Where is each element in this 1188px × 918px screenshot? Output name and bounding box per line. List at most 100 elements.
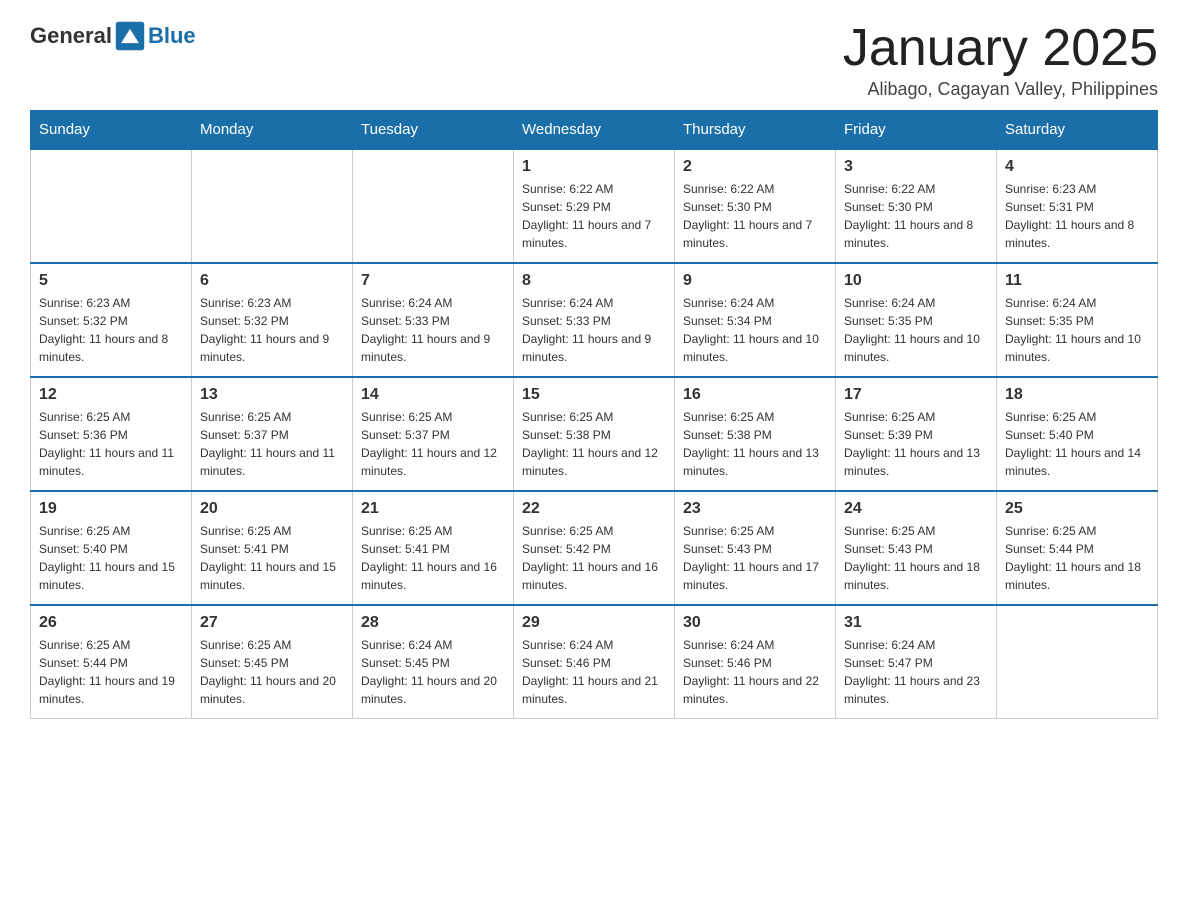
day-number: 16 — [683, 386, 827, 404]
day-number: 1 — [522, 158, 666, 176]
day-info: Sunrise: 6:25 AM Sunset: 5:43 PM Dayligh… — [683, 522, 827, 594]
calendar-cell — [192, 149, 353, 263]
day-number: 2 — [683, 158, 827, 176]
calendar-cell: 30 Sunrise: 6:24 AM Sunset: 5:46 PM Dayli… — [675, 605, 836, 719]
day-number: 4 — [1005, 158, 1149, 176]
day-info: Sunrise: 6:24 AM Sunset: 5:35 PM Dayligh… — [1005, 294, 1149, 366]
week-row-4: 19 Sunrise: 6:25 AM Sunset: 5:40 PM Dayli… — [31, 491, 1158, 605]
day-info: Sunrise: 6:25 AM Sunset: 5:39 PM Dayligh… — [844, 408, 988, 480]
calendar-cell: 20 Sunrise: 6:25 AM Sunset: 5:41 PM Dayli… — [192, 491, 353, 605]
calendar-cell: 7Sunrise: 6:24 AM Sunset: 5:33 PM Daylig… — [353, 263, 514, 377]
day-number: 12 — [39, 386, 183, 404]
calendar-cell: 5Sunrise: 6:23 AM Sunset: 5:32 PM Daylig… — [31, 263, 192, 377]
calendar-cell: 22Sunrise: 6:25 AM Sunset: 5:42 PM Dayli… — [514, 491, 675, 605]
logo-general-text: General — [30, 23, 112, 49]
month-title: January 2025 — [843, 20, 1158, 77]
day-info: Sunrise: 6:25 AM Sunset: 5:43 PM Dayligh… — [844, 522, 988, 594]
calendar-cell: 6Sunrise: 6:23 AM Sunset: 5:32 PM Daylig… — [192, 263, 353, 377]
day-number: 10 — [844, 272, 988, 290]
calendar-cell: 11Sunrise: 6:24 AM Sunset: 5:35 PM Dayli… — [997, 263, 1158, 377]
calendar-cell: 19 Sunrise: 6:25 AM Sunset: 5:40 PM Dayli… — [31, 491, 192, 605]
day-number: 29 — [522, 614, 666, 632]
calendar-header-row: SundayMondayTuesdayWednesdayThursdayFrid… — [31, 111, 1158, 150]
day-number: 18 — [1005, 386, 1149, 404]
day-info: Sunrise: 6:25 AM Sunset: 5:41 PM Dayligh… — [200, 522, 344, 594]
day-number: 15 — [522, 386, 666, 404]
day-info: Sunrise: 6:23 AM Sunset: 5:31 PM Dayligh… — [1005, 180, 1149, 252]
week-row-2: 5Sunrise: 6:23 AM Sunset: 5:32 PM Daylig… — [31, 263, 1158, 377]
day-number: 7 — [361, 272, 505, 290]
day-number: 25 — [1005, 500, 1149, 518]
calendar-cell: 26 Sunrise: 6:25 AM Sunset: 5:44 PM Dayli… — [31, 605, 192, 719]
calendar-cell: 10Sunrise: 6:24 AM Sunset: 5:35 PM Dayli… — [836, 263, 997, 377]
day-info: Sunrise: 6:24 AM Sunset: 5:46 PM Dayligh… — [522, 636, 666, 708]
day-info: Sunrise: 6:25 AM Sunset: 5:41 PM Dayligh… — [361, 522, 505, 594]
calendar-cell: 24 Sunrise: 6:25 AM Sunset: 5:43 PM Dayli… — [836, 491, 997, 605]
day-number: 24 — [844, 500, 988, 518]
day-info: Sunrise: 6:25 AM Sunset: 5:40 PM Dayligh… — [39, 522, 183, 594]
day-number: 20 — [200, 500, 344, 518]
calendar-cell: 29 Sunrise: 6:24 AM Sunset: 5:46 PM Dayli… — [514, 605, 675, 719]
week-row-3: 12 Sunrise: 6:25 AM Sunset: 5:36 PM Dayli… — [31, 377, 1158, 491]
calendar-cell: 3 Sunrise: 6:22 AM Sunset: 5:30 PM Daylig… — [836, 149, 997, 263]
day-number: 19 — [39, 500, 183, 518]
header-friday: Friday — [836, 111, 997, 150]
calendar-cell: 21 Sunrise: 6:25 AM Sunset: 5:41 PM Dayli… — [353, 491, 514, 605]
day-number: 8 — [522, 272, 666, 290]
calendar-cell — [31, 149, 192, 263]
day-number: 30 — [683, 614, 827, 632]
calendar-cell: 12 Sunrise: 6:25 AM Sunset: 5:36 PM Dayli… — [31, 377, 192, 491]
calendar-cell — [997, 605, 1158, 719]
calendar-table: SundayMondayTuesdayWednesdayThursdayFrid… — [30, 110, 1158, 719]
header-wednesday: Wednesday — [514, 111, 675, 150]
calendar-cell: 2 Sunrise: 6:22 AM Sunset: 5:30 PM Daylig… — [675, 149, 836, 263]
day-info: Sunrise: 6:25 AM Sunset: 5:37 PM Dayligh… — [200, 408, 344, 480]
day-number: 23 — [683, 500, 827, 518]
day-number: 6 — [200, 272, 344, 290]
calendar-cell: 9 Sunrise: 6:24 AM Sunset: 5:34 PM Daylig… — [675, 263, 836, 377]
calendar-cell: 13 Sunrise: 6:25 AM Sunset: 5:37 PM Dayli… — [192, 377, 353, 491]
day-info: Sunrise: 6:25 AM Sunset: 5:40 PM Dayligh… — [1005, 408, 1149, 480]
title-block: January 2025 Alibago, Cagayan Valley, Ph… — [843, 20, 1158, 100]
calendar-cell: 27 Sunrise: 6:25 AM Sunset: 5:45 PM Dayli… — [192, 605, 353, 719]
week-row-5: 26 Sunrise: 6:25 AM Sunset: 5:44 PM Dayli… — [31, 605, 1158, 719]
calendar-cell: 17 Sunrise: 6:25 AM Sunset: 5:39 PM Dayli… — [836, 377, 997, 491]
day-info: Sunrise: 6:24 AM Sunset: 5:45 PM Dayligh… — [361, 636, 505, 708]
day-number: 28 — [361, 614, 505, 632]
header-monday: Monday — [192, 111, 353, 150]
day-info: Sunrise: 6:22 AM Sunset: 5:30 PM Dayligh… — [683, 180, 827, 252]
day-info: Sunrise: 6:25 AM Sunset: 5:45 PM Dayligh… — [200, 636, 344, 708]
calendar-cell: 31Sunrise: 6:24 AM Sunset: 5:47 PM Dayli… — [836, 605, 997, 719]
calendar-cell: 18 Sunrise: 6:25 AM Sunset: 5:40 PM Dayli… — [997, 377, 1158, 491]
calendar-cell: 23 Sunrise: 6:25 AM Sunset: 5:43 PM Dayli… — [675, 491, 836, 605]
calendar-cell: 16Sunrise: 6:25 AM Sunset: 5:38 PM Dayli… — [675, 377, 836, 491]
calendar-cell: 4 Sunrise: 6:23 AM Sunset: 5:31 PM Daylig… — [997, 149, 1158, 263]
calendar-cell: 28 Sunrise: 6:24 AM Sunset: 5:45 PM Dayli… — [353, 605, 514, 719]
location-subtitle: Alibago, Cagayan Valley, Philippines — [843, 79, 1158, 100]
day-number: 21 — [361, 500, 505, 518]
day-info: Sunrise: 6:24 AM Sunset: 5:33 PM Dayligh… — [522, 294, 666, 366]
day-info: Sunrise: 6:24 AM Sunset: 5:46 PM Dayligh… — [683, 636, 827, 708]
day-number: 5 — [39, 272, 183, 290]
day-info: Sunrise: 6:25 AM Sunset: 5:37 PM Dayligh… — [361, 408, 505, 480]
day-info: Sunrise: 6:22 AM Sunset: 5:29 PM Dayligh… — [522, 180, 666, 252]
day-number: 17 — [844, 386, 988, 404]
calendar-cell: 8 Sunrise: 6:24 AM Sunset: 5:33 PM Daylig… — [514, 263, 675, 377]
header-thursday: Thursday — [675, 111, 836, 150]
day-number: 3 — [844, 158, 988, 176]
day-info: Sunrise: 6:25 AM Sunset: 5:36 PM Dayligh… — [39, 408, 183, 480]
header-saturday: Saturday — [997, 111, 1158, 150]
week-row-1: 1 Sunrise: 6:22 AM Sunset: 5:29 PM Daylig… — [31, 149, 1158, 263]
day-number: 13 — [200, 386, 344, 404]
header-tuesday: Tuesday — [353, 111, 514, 150]
logo: General Blue — [30, 20, 196, 52]
day-info: Sunrise: 6:22 AM Sunset: 5:30 PM Dayligh… — [844, 180, 988, 252]
day-number: 9 — [683, 272, 827, 290]
day-number: 22 — [522, 500, 666, 518]
logo-blue-text: Blue — [148, 23, 196, 49]
day-number: 26 — [39, 614, 183, 632]
day-number: 27 — [200, 614, 344, 632]
day-info: Sunrise: 6:24 AM Sunset: 5:34 PM Dayligh… — [683, 294, 827, 366]
day-number: 14 — [361, 386, 505, 404]
day-info: Sunrise: 6:25 AM Sunset: 5:44 PM Dayligh… — [39, 636, 183, 708]
